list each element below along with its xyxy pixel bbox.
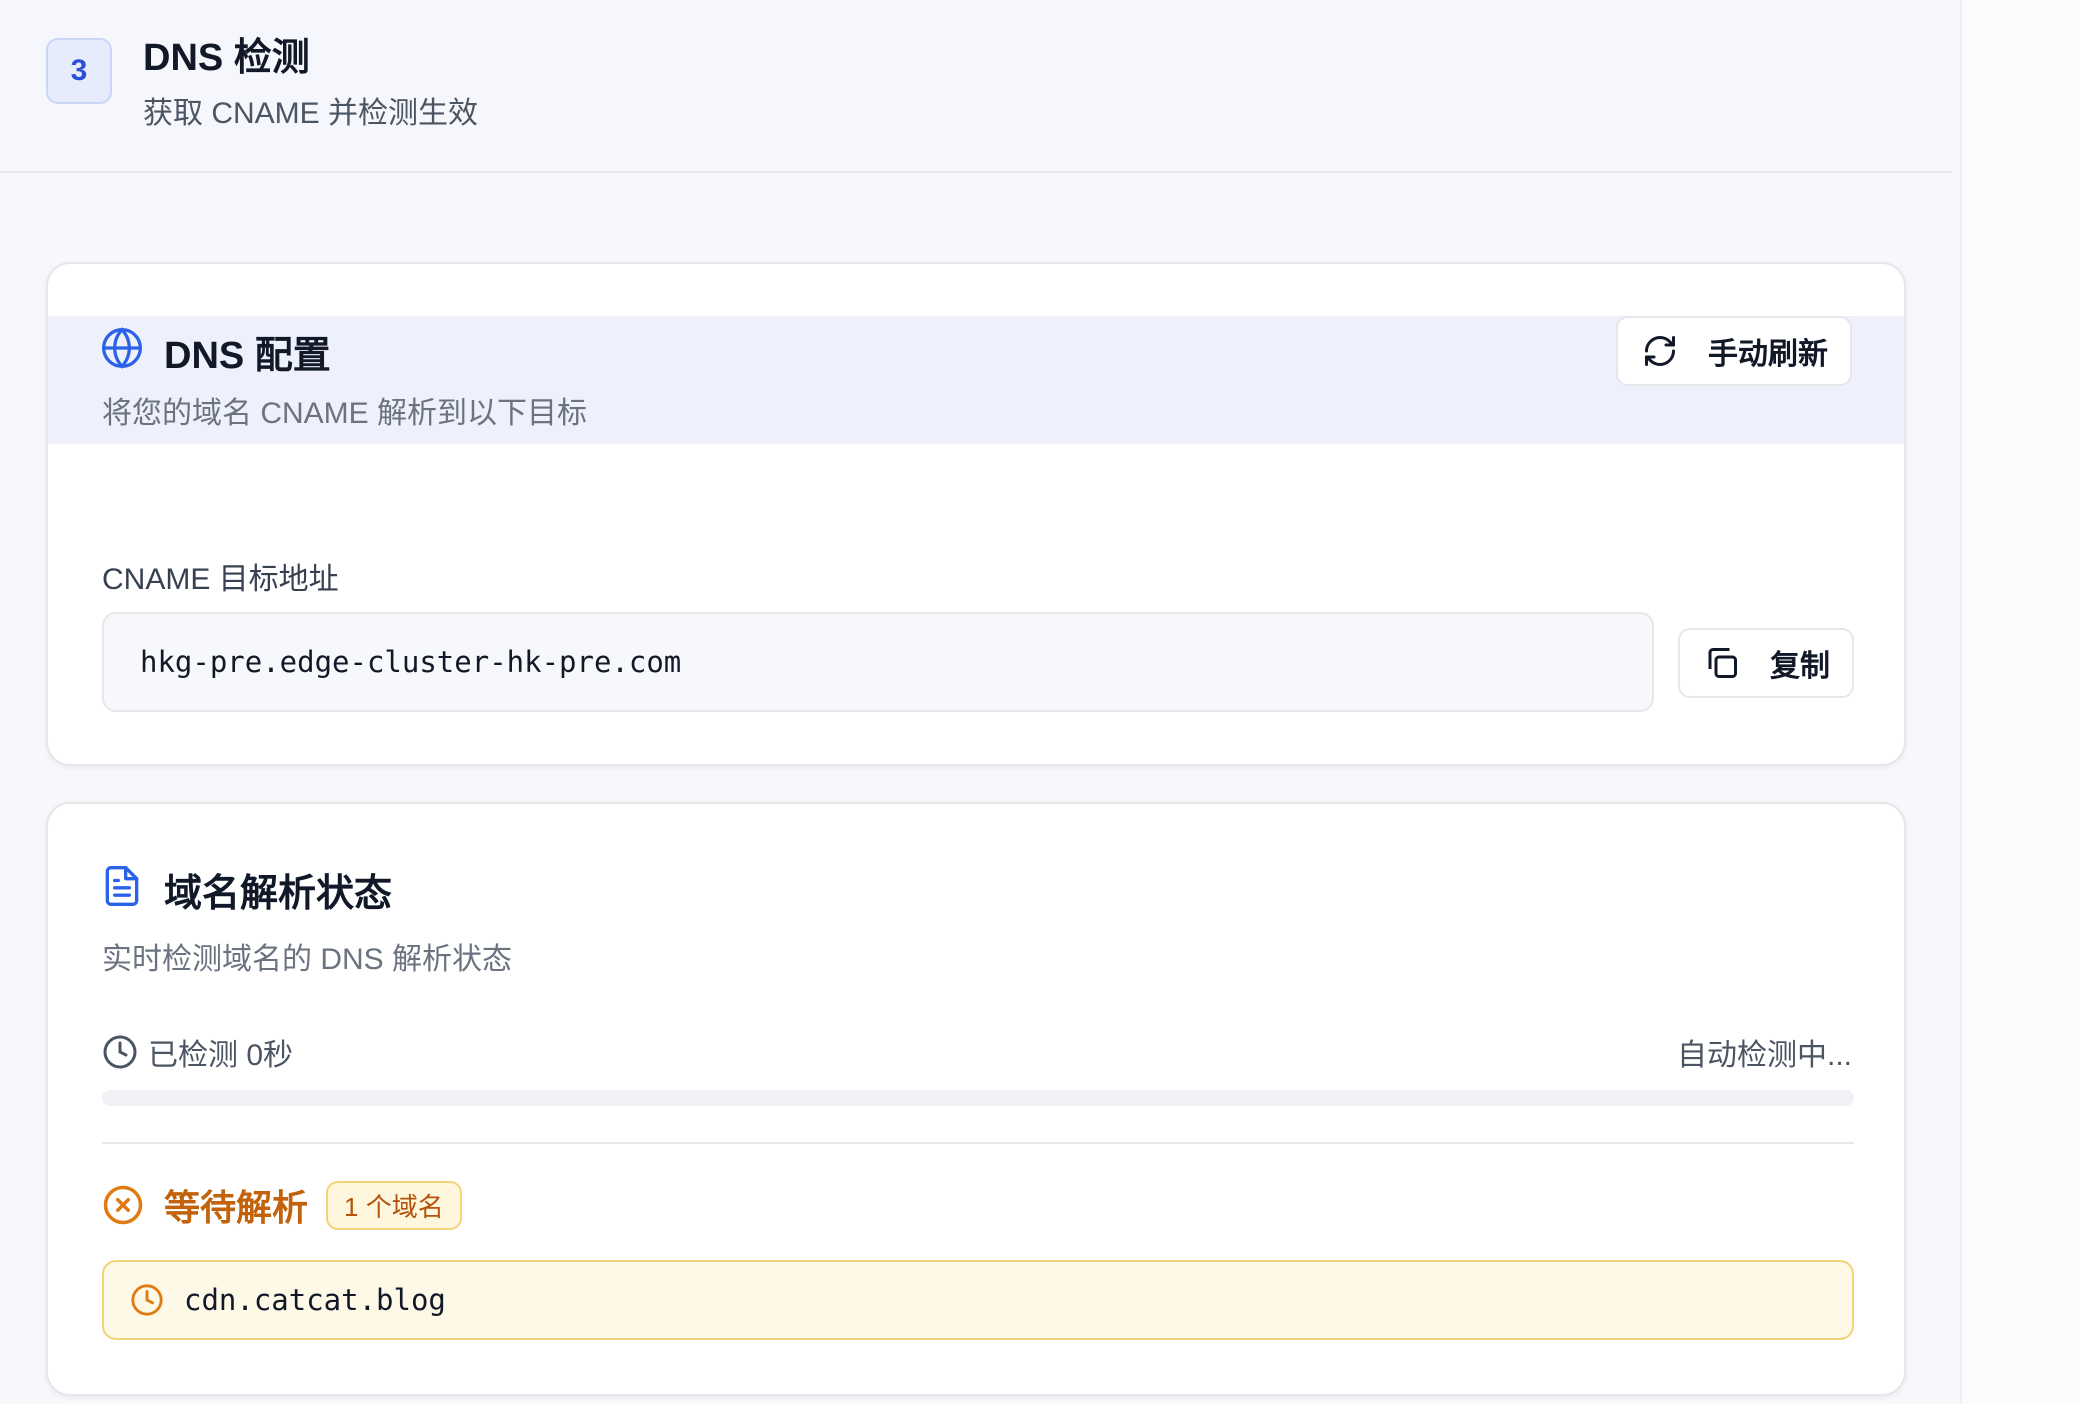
- step-header: 3 DNS 检测 获取 CNAME 并检测生效: [0, 0, 1952, 173]
- cname-target-field[interactable]: hkg-pre.edge-cluster-hk-pre.com: [102, 612, 1654, 712]
- elapsed-time: 已检测 0秒: [102, 1030, 293, 1074]
- pending-label: 等待解析: [164, 1187, 309, 1228]
- divider: [102, 1142, 1854, 1144]
- document-icon: [105, 866, 139, 906]
- copy-icon: [1708, 648, 1737, 678]
- detection-progress-bar: [102, 1090, 1854, 1106]
- globe-icon: [102, 327, 142, 369]
- resolution-status-title: 域名解析状态: [164, 873, 393, 915]
- pending-group-header: 等待解析 1 个域名: [102, 1180, 462, 1230]
- cname-field-label: CNAME 目标地址: [102, 563, 339, 596]
- cname-target-value: hkg-pre.edge-cluster-hk-pre.com: [140, 645, 682, 679]
- elapsed-label: 已检测 0秒: [148, 1039, 294, 1072]
- manual-refresh-button[interactable]: 手动刷新: [1616, 316, 1852, 386]
- refresh-icon: [1645, 336, 1675, 366]
- pending-domain-name: cdn.catcat.blog: [184, 1283, 446, 1317]
- resolution-status-card: 域名解析状态 实时检测域名的 DNS 解析状态 已检测 0秒 自动检测中... …: [46, 802, 1906, 1396]
- step-number-badge: 3: [46, 38, 112, 104]
- copy-label: 复制: [1770, 650, 1830, 683]
- dns-config-title: DNS 配置: [164, 335, 331, 377]
- step-subtitle: 获取 CNAME 并检测生效: [143, 97, 479, 130]
- resolution-status-subtitle: 实时检测域名的 DNS 解析状态: [102, 943, 513, 976]
- clock-icon: [131, 1284, 163, 1316]
- dns-config-subtitle: 将您的域名 CNAME 解析到以下目标: [102, 397, 588, 430]
- domain-count-badge: 1 个域名: [326, 1180, 462, 1230]
- manual-refresh-label: 手动刷新: [1708, 338, 1828, 371]
- clock-icon: [103, 1035, 137, 1069]
- pending-domain-item: cdn.catcat.blog: [102, 1260, 1854, 1340]
- step-title: DNS 检测: [143, 37, 310, 79]
- right-pane: [1960, 0, 2080, 1404]
- copy-button[interactable]: 复制: [1678, 628, 1854, 698]
- x-circle-icon: [103, 1185, 143, 1225]
- dns-config-card: DNS 配置 将您的域名 CNAME 解析到以下目标 手动刷新 CNAME 目标…: [46, 262, 1906, 766]
- auto-detect-status: 自动检测中...: [1676, 1039, 1852, 1072]
